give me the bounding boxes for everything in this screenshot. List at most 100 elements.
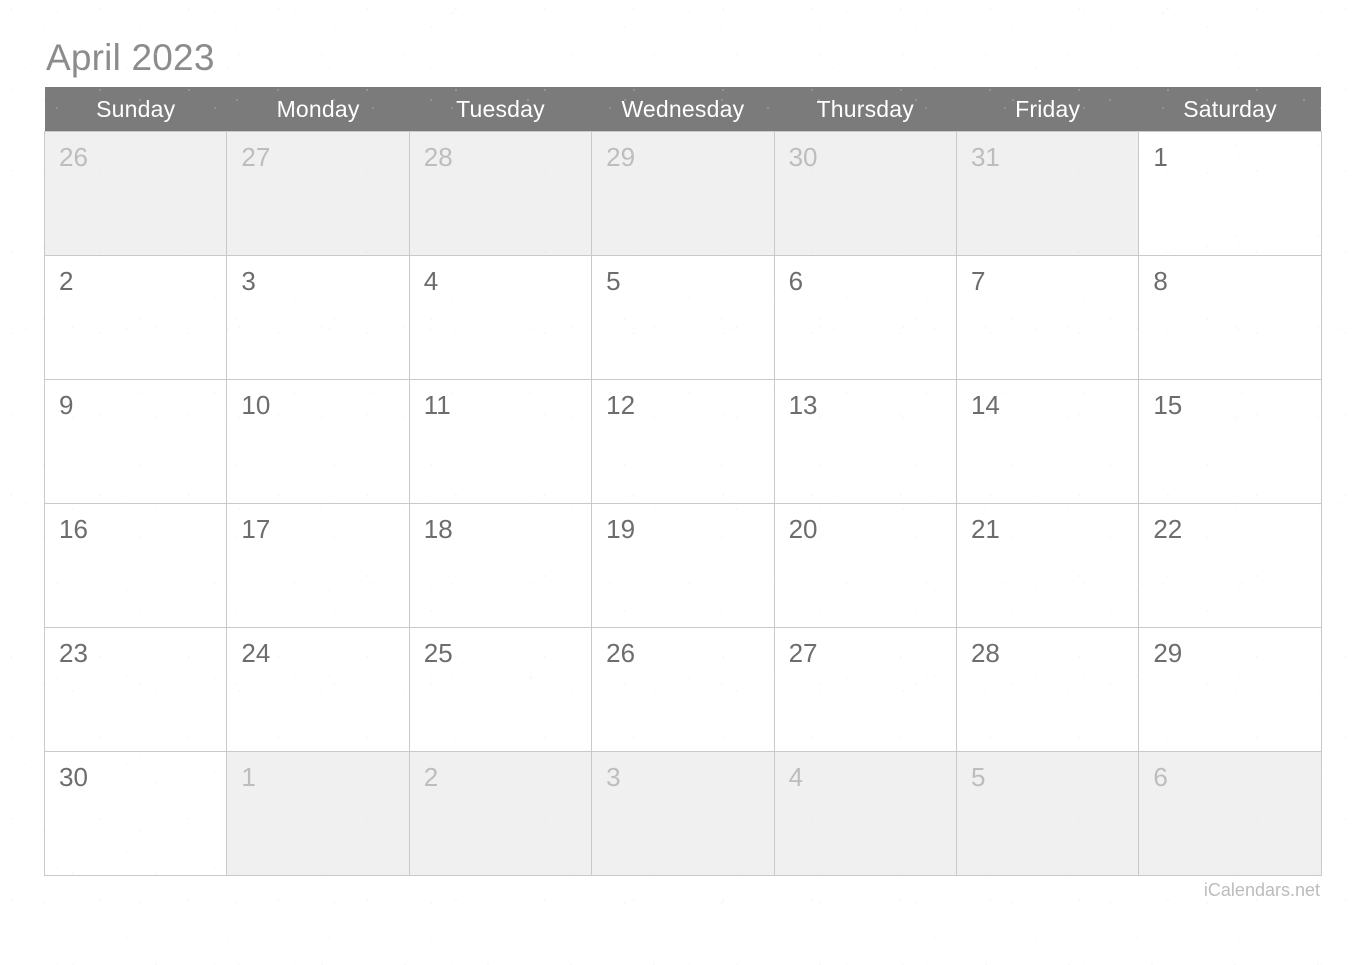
- day-number: 13: [788, 390, 818, 420]
- calendar-day-cell[interactable]: 4: [408, 255, 593, 380]
- calendar-day-cell[interactable]: 29: [1138, 627, 1322, 752]
- calendar-day-cell[interactable]: 16: [43, 503, 228, 628]
- calendar-day-cell[interactable]: 1: [1138, 131, 1322, 256]
- day-number: 12: [606, 390, 636, 420]
- weekday-header-thursday: Thursday: [774, 87, 957, 132]
- day-number: 6: [1153, 762, 1168, 792]
- calendar-week-row: 23 24 25 26 27 28 29: [43, 627, 1322, 752]
- calendar-day-cell[interactable]: 23: [43, 627, 228, 752]
- calendar-day-cell[interactable]: 28: [408, 131, 593, 256]
- page-title: April 2023: [46, 37, 215, 78]
- weekday-header-friday: Friday: [956, 87, 1139, 132]
- calendar-day-cell[interactable]: 30: [43, 751, 228, 876]
- day-number: 30: [59, 762, 88, 792]
- day-number: 1: [1153, 142, 1168, 172]
- calendar-day-cell[interactable]: 27: [773, 627, 957, 752]
- calendar-day-cell[interactable]: 3: [226, 255, 410, 380]
- calendar-grid: Sunday Monday Tuesday Wednesday Thursday…: [43, 87, 1322, 876]
- calendar-day-cell[interactable]: 5: [955, 751, 1140, 876]
- calendar-day-cell[interactable]: 6: [1138, 751, 1322, 876]
- weekday-header-monday: Monday: [226, 87, 410, 132]
- weekday-header-wednesday: Wednesday: [591, 87, 775, 132]
- day-number: 17: [241, 514, 271, 544]
- calendar-day-cell[interactable]: 18: [408, 503, 593, 628]
- calendar-day-cell[interactable]: 22: [1138, 503, 1322, 628]
- calendar-day-cell[interactable]: 2: [408, 751, 593, 876]
- day-number: 4: [788, 762, 804, 792]
- day-number: 2: [423, 762, 439, 792]
- day-number: 16: [59, 514, 88, 544]
- calendar-day-cell[interactable]: 13: [773, 379, 957, 504]
- day-number: 24: [241, 638, 271, 668]
- calendar-page: April 2023 Sunday Monday Tuesday Wednesd…: [0, 0, 1366, 965]
- calendar-day-cell[interactable]: 4: [773, 751, 957, 876]
- weekday-header-saturday: Saturday: [1138, 87, 1322, 132]
- day-number: 2: [59, 266, 74, 296]
- calendar-day-cell[interactable]: 12: [591, 379, 775, 504]
- calendar-day-cell[interactable]: 19: [591, 503, 775, 628]
- calendar-day-cell[interactable]: 15: [1138, 379, 1322, 504]
- day-number: 18: [423, 514, 453, 544]
- calendar-week-row: 9 10 11 12 13 14 15: [43, 379, 1322, 504]
- day-number: 8: [1153, 266, 1168, 296]
- calendar-day-cell[interactable]: 27: [226, 131, 410, 256]
- weekday-header-row: Sunday Monday Tuesday Wednesday Thursday…: [44, 87, 1322, 132]
- day-number: 10: [241, 390, 271, 420]
- day-number: 3: [241, 266, 256, 296]
- day-number: 9: [59, 390, 74, 420]
- day-number: 27: [788, 638, 818, 668]
- day-number: 27: [241, 142, 271, 172]
- calendar-day-cell[interactable]: 29: [591, 131, 775, 256]
- day-number: 11: [423, 390, 451, 420]
- day-number: 14: [970, 390, 1000, 420]
- day-number: 19: [606, 514, 636, 544]
- calendar-day-cell[interactable]: 6: [773, 255, 957, 380]
- calendar-week-row: 26 27 28 29 30 31 1: [43, 131, 1322, 256]
- day-number: 20: [788, 514, 818, 544]
- calendar-week-row: 16 17 18 19 20 21 22: [43, 503, 1322, 628]
- calendar-day-cell[interactable]: 2: [43, 255, 228, 380]
- day-number: 31: [970, 142, 1000, 172]
- calendar-day-cell[interactable]: 20: [773, 503, 957, 628]
- weekday-header-tuesday: Tuesday: [409, 87, 592, 132]
- day-number: 22: [1153, 514, 1183, 544]
- day-number: 30: [788, 142, 818, 172]
- calendar-day-cell[interactable]: 14: [955, 379, 1140, 504]
- day-number: 5: [970, 762, 986, 792]
- day-number: 29: [606, 142, 636, 172]
- calendar-day-cell[interactable]: 7: [955, 255, 1140, 380]
- calendar-day-cell[interactable]: 5: [591, 255, 775, 380]
- calendar-header-row: Sunday Monday Tuesday Wednesday Thursday…: [44, 87, 1322, 132]
- day-number: 5: [606, 266, 621, 296]
- day-number: 25: [423, 638, 453, 668]
- day-number: 21: [970, 514, 1000, 544]
- day-number: 7: [970, 266, 986, 296]
- calendar-day-cell[interactable]: 9: [43, 379, 228, 504]
- calendar-day-cell[interactable]: 11: [408, 379, 593, 504]
- calendar-day-cell[interactable]: 30: [773, 131, 957, 256]
- day-number: 15: [1153, 390, 1183, 420]
- day-number: 28: [423, 142, 453, 172]
- day-number: 26: [59, 142, 88, 172]
- day-number: 4: [423, 266, 439, 296]
- calendar-day-cell[interactable]: 8: [1138, 255, 1322, 380]
- calendar-day-cell[interactable]: 21: [955, 503, 1140, 628]
- calendar-day-cell[interactable]: 1: [226, 751, 410, 876]
- day-number: 23: [59, 638, 88, 668]
- calendar-day-cell[interactable]: 10: [226, 379, 410, 504]
- calendar-day-cell[interactable]: 24: [226, 627, 410, 752]
- watermark: iCalendars.net: [1203, 880, 1320, 900]
- calendar-week-row: 2 3 4 5 6 7 8: [43, 255, 1322, 380]
- day-number: 1: [241, 762, 256, 792]
- day-number: 6: [788, 266, 804, 296]
- calendar-day-cell[interactable]: 28: [955, 627, 1140, 752]
- calendar-day-cell[interactable]: 26: [591, 627, 775, 752]
- day-number: 29: [1153, 638, 1183, 668]
- day-number: 28: [970, 638, 1000, 668]
- calendar-day-cell[interactable]: 17: [226, 503, 410, 628]
- calendar-body: 26 27 28 29 30 31 1 2 3 4 5 6 7 8 9 10 11 12 13 14 15 16 17 18 1…: [43, 131, 1322, 876]
- calendar-day-cell[interactable]: 25: [408, 627, 593, 752]
- calendar-day-cell[interactable]: 26: [43, 131, 228, 256]
- calendar-day-cell[interactable]: 31: [955, 131, 1140, 256]
- calendar-day-cell[interactable]: 3: [591, 751, 775, 876]
